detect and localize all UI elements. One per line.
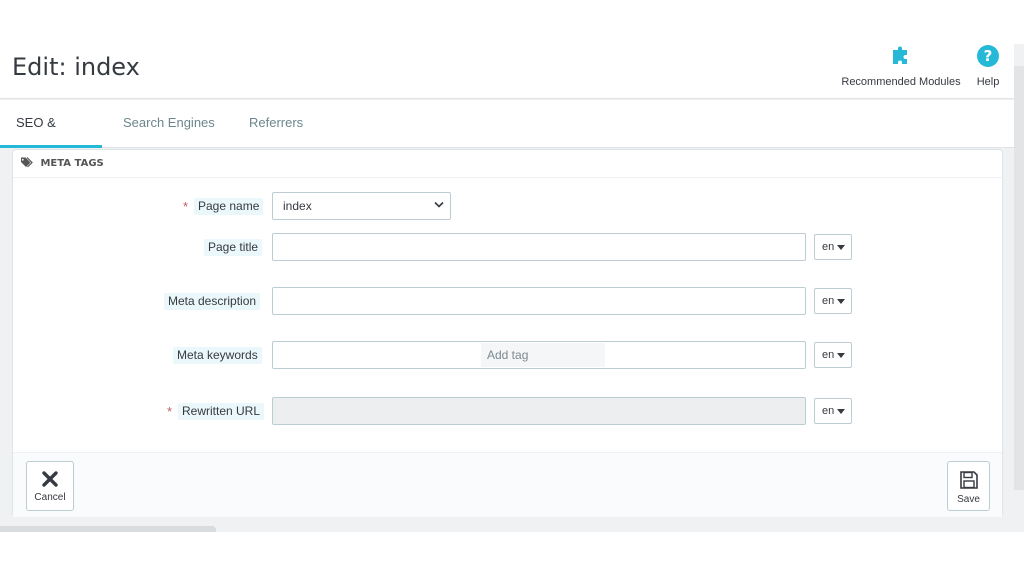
panel-heading-text: META TAGS (40, 158, 104, 169)
panel-heading: META TAGS (13, 150, 1002, 178)
puzzle-icon (838, 44, 964, 68)
help-button[interactable]: ? Help (972, 44, 1004, 88)
tags-icon (21, 157, 33, 168)
rewritten-url-input[interactable] (272, 397, 806, 425)
bottom-status-strip (0, 526, 216, 532)
page-title-label: Page title (204, 239, 263, 256)
tab-bar: SEO & URLs Search Engines Referrers (0, 100, 1014, 176)
meta-description-input[interactable] (272, 287, 806, 315)
page-name-value: index (283, 199, 312, 213)
tab-referrers[interactable]: Referrers (233, 100, 319, 148)
page-title-lang-button[interactable]: en (814, 234, 852, 260)
tab-seo-urls[interactable]: SEO & URLs (0, 100, 102, 176)
save-icon (959, 471, 978, 489)
recommended-modules-label: Recommended Modules (841, 76, 961, 88)
save-button[interactable]: Save (947, 461, 990, 511)
meta-keywords-tag-input[interactable]: Add tag (272, 341, 806, 369)
lang-label: en (822, 349, 835, 361)
lang-label: en (822, 405, 835, 417)
meta-keywords-lang-button[interactable]: en (814, 342, 852, 368)
page-title: Edit: index (12, 53, 140, 81)
caret-down-icon (837, 353, 845, 358)
page-name-label: Page name (194, 198, 264, 215)
close-icon (42, 471, 58, 487)
page-title-input[interactable] (272, 233, 806, 261)
rewritten-url-lang-button[interactable]: en (814, 398, 852, 424)
meta-tags-panel: META TAGS * Page name index Page title e… (12, 149, 1003, 517)
help-label: Help (976, 76, 1000, 88)
recommended-modules-button[interactable]: Recommended Modules (838, 44, 964, 88)
page-header: Edit: index Recommended Modules ? Help (0, 44, 1014, 99)
meta-description-lang-button[interactable]: en (814, 288, 852, 314)
caret-down-icon (837, 299, 845, 304)
save-label: Save (957, 494, 980, 505)
required-marker: * (167, 404, 173, 419)
meta-keywords-label: Meta keywords (173, 347, 262, 364)
svg-text:?: ? (984, 47, 993, 65)
tab-search-engines[interactable]: Search Engines (107, 100, 231, 148)
cancel-button[interactable]: Cancel (26, 461, 74, 511)
page-name-select[interactable]: index (272, 192, 451, 220)
add-tag-placeholder[interactable]: Add tag (481, 343, 605, 367)
caret-down-icon (837, 409, 845, 414)
panel-footer: Cancel Save (13, 452, 1002, 517)
required-marker: * (183, 199, 189, 214)
lang-label: en (822, 295, 835, 307)
meta-description-label: Meta description (164, 293, 261, 310)
page-scrollbar[interactable] (1014, 66, 1024, 490)
chevron-down-icon (434, 201, 444, 208)
lang-label: en (822, 241, 835, 253)
rewritten-url-label: Rewritten URL (178, 403, 265, 420)
admin-screen: Edit: index Recommended Modules ? Help S… (0, 44, 1024, 532)
help-circle-icon: ? (972, 44, 1004, 68)
caret-down-icon (837, 245, 845, 250)
cancel-label: Cancel (34, 492, 66, 503)
